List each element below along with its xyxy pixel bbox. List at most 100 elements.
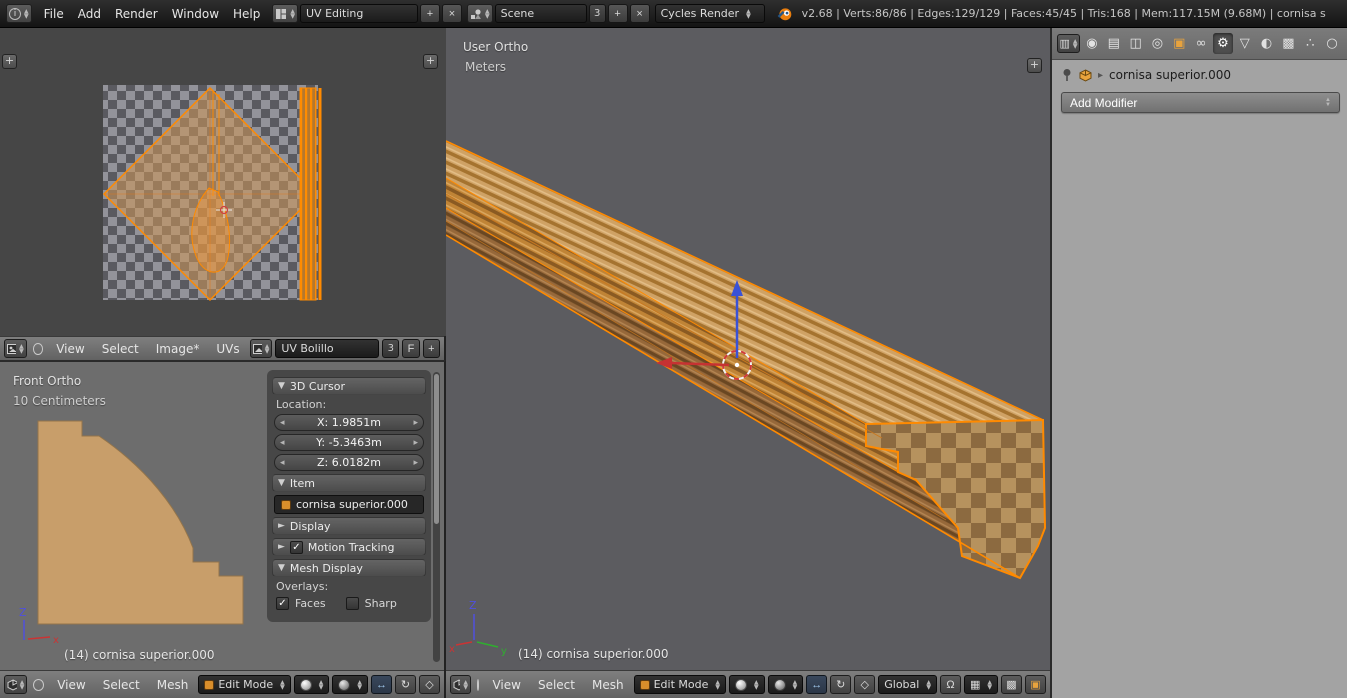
cursor-z-field[interactable]: ◂ Z: 6.0182m ▸ bbox=[274, 454, 424, 471]
scene-icon bbox=[470, 8, 482, 20]
scene-selector[interactable]: Scene bbox=[495, 4, 587, 23]
scrollbar-thumb[interactable] bbox=[434, 374, 439, 524]
tab-physics[interactable]: ○ bbox=[1322, 33, 1342, 54]
menu-add[interactable]: Add bbox=[71, 7, 108, 21]
close-icon: × bbox=[449, 8, 455, 20]
tab-constraints[interactable]: ∞ bbox=[1191, 33, 1211, 54]
info-editor-type-button[interactable]: i ▲▼ bbox=[6, 4, 32, 23]
image-name-field[interactable]: UV Bolillo bbox=[275, 339, 379, 358]
manipulator-translate-button[interactable]: ↔ bbox=[806, 675, 827, 694]
pin-icon[interactable] bbox=[1061, 68, 1073, 82]
region-expand-button[interactable]: + bbox=[1027, 58, 1042, 73]
scene-users-badge[interactable]: 3 bbox=[589, 4, 606, 23]
menu-collapse-toggle[interactable] bbox=[477, 679, 479, 691]
manipulator-scale-button[interactable]: ◇ bbox=[854, 675, 875, 694]
viewport-shading-selector[interactable]: ▲▼ bbox=[729, 675, 765, 694]
snap-toggle-button[interactable]: Ω bbox=[940, 675, 961, 694]
layout-browse-button[interactable]: ▲▼ bbox=[272, 4, 298, 23]
tab-object-data[interactable]: ▽ bbox=[1235, 33, 1255, 54]
snap-element-selector[interactable]: ▦ ▲▼ bbox=[964, 675, 998, 694]
uv-menu-select[interactable]: Select bbox=[95, 342, 146, 356]
mesh-menu[interactable]: Mesh bbox=[150, 678, 196, 692]
cornice-profile-shape[interactable] bbox=[38, 421, 243, 624]
location-label: Location: bbox=[276, 398, 422, 411]
uv-island-strip[interactable] bbox=[300, 88, 316, 300]
sharp-checkbox[interactable] bbox=[346, 597, 359, 610]
mode-selector[interactable]: Edit Mode ▲▼ bbox=[198, 675, 290, 694]
pivot-selector[interactable]: ▲▼ bbox=[332, 675, 368, 694]
mesh-menu[interactable]: Mesh bbox=[585, 678, 631, 692]
manipulator-translate-button[interactable]: ↔ bbox=[371, 675, 392, 694]
add-layout-button[interactable]: + bbox=[420, 4, 440, 23]
editor-type-button[interactable]: ▲▼ bbox=[4, 675, 27, 694]
fake-user-button[interactable]: F bbox=[402, 339, 419, 358]
panel-item[interactable]: ▼ Item bbox=[272, 474, 426, 492]
tab-object[interactable]: ▣ bbox=[1169, 33, 1189, 54]
panel-motion-tracking[interactable]: ► ✓ Motion Tracking bbox=[272, 538, 426, 556]
select-menu[interactable]: Select bbox=[96, 678, 147, 692]
uv-menu-image[interactable]: Image* bbox=[149, 342, 207, 356]
tab-render[interactable]: ◉ bbox=[1082, 33, 1102, 54]
uv-editor-header: ▲▼ View Select Image* UVs ▲▼ UV Bolillo … bbox=[0, 336, 444, 360]
add-modifier-button[interactable]: Add Modifier ▲▼ bbox=[1061, 92, 1340, 113]
scene-browse-button[interactable]: ▲▼ bbox=[467, 4, 493, 23]
editor-type-button[interactable]: ▥ ▲▼ bbox=[1057, 34, 1080, 53]
uv-canvas[interactable] bbox=[0, 28, 446, 336]
tab-texture[interactable]: ▩ bbox=[1278, 33, 1298, 54]
new-image-button[interactable]: + bbox=[423, 339, 440, 358]
view-menu[interactable]: View bbox=[50, 678, 92, 692]
chevron-updown-icon: ▲▼ bbox=[290, 9, 295, 19]
tab-world[interactable]: ◎ bbox=[1148, 33, 1168, 54]
menu-render[interactable]: Render bbox=[108, 7, 165, 21]
manipulator-rotate-button[interactable]: ↻ bbox=[395, 675, 416, 694]
object-name-field[interactable]: cornisa superior.000 bbox=[274, 495, 424, 514]
render-opengl-button[interactable]: ▩ bbox=[1001, 675, 1022, 694]
edit-mode-icon bbox=[640, 680, 650, 690]
pivot-selector[interactable]: ▲▼ bbox=[768, 675, 804, 694]
screen-layout-selector[interactable]: UV Editing bbox=[300, 4, 418, 23]
cursor-x-field[interactable]: ◂ X: 1.9851m ▸ bbox=[274, 414, 424, 431]
tab-render-layers[interactable]: ▤ bbox=[1104, 33, 1124, 54]
viewport-shading-selector[interactable]: ▲▼ bbox=[294, 675, 330, 694]
image-users-badge[interactable]: 3 bbox=[382, 339, 399, 358]
add-scene-button[interactable]: + bbox=[608, 4, 628, 23]
region-expand-button[interactable]: + bbox=[423, 54, 438, 69]
transform-orientation-selector[interactable]: Global ▲▼ bbox=[878, 675, 937, 694]
motion-tracking-checkbox[interactable]: ✓ bbox=[290, 541, 303, 554]
menu-file[interactable]: File bbox=[37, 7, 71, 21]
editor-type-button[interactable]: ▲▼ bbox=[450, 675, 471, 694]
view-menu[interactable]: View bbox=[485, 678, 527, 692]
render-opengl-anim-button[interactable]: ▣ bbox=[1025, 675, 1046, 694]
chevron-updown-icon: ▲▼ bbox=[265, 344, 270, 354]
render-engine-selector[interactable]: Cycles Render ▲▼ bbox=[655, 4, 765, 23]
manipulator-scale-button[interactable]: ◇ bbox=[419, 675, 440, 694]
menu-help[interactable]: Help bbox=[226, 7, 267, 21]
cornice-mesh[interactable] bbox=[446, 141, 1045, 578]
viewport-canvas[interactable]: Z x y bbox=[446, 28, 1050, 670]
panel-scrollbar[interactable] bbox=[433, 372, 440, 662]
manipulator-rotate-button[interactable]: ↻ bbox=[830, 675, 851, 694]
editor-type-button[interactable]: ▲▼ bbox=[4, 339, 27, 358]
panel-display[interactable]: ► Display bbox=[272, 517, 426, 535]
tab-scene[interactable]: ◫ bbox=[1126, 33, 1146, 54]
menu-window[interactable]: Window bbox=[165, 7, 226, 21]
region-expand-button[interactable]: + bbox=[2, 54, 17, 69]
uv-menu-uvs[interactable]: UVs bbox=[209, 342, 246, 356]
image-browse-button[interactable]: ▲▼ bbox=[250, 339, 273, 358]
image-icon bbox=[253, 343, 262, 355]
breadcrumb-object-name[interactable]: cornisa superior.000 bbox=[1109, 68, 1231, 82]
faces-checkbox[interactable]: ✓ bbox=[276, 597, 289, 610]
panel-mesh-display[interactable]: ▼ Mesh Display bbox=[272, 559, 426, 577]
cursor-y-field[interactable]: ◂ Y: -5.3463m ▸ bbox=[274, 434, 424, 451]
uv-menu-view[interactable]: View bbox=[49, 342, 91, 356]
delete-scene-button[interactable]: × bbox=[630, 4, 650, 23]
delete-layout-button[interactable]: × bbox=[442, 4, 462, 23]
menu-collapse-toggle[interactable] bbox=[33, 679, 44, 691]
tab-particles[interactable]: ∴ bbox=[1300, 33, 1320, 54]
menu-collapse-toggle[interactable] bbox=[33, 343, 44, 355]
mode-selector[interactable]: Edit Mode ▲▼ bbox=[634, 675, 726, 694]
panel-3d-cursor[interactable]: ▼ 3D Cursor bbox=[272, 377, 426, 395]
select-menu[interactable]: Select bbox=[531, 678, 582, 692]
tab-material[interactable]: ◐ bbox=[1257, 33, 1277, 54]
tab-modifiers[interactable]: ⚙ bbox=[1213, 33, 1233, 54]
